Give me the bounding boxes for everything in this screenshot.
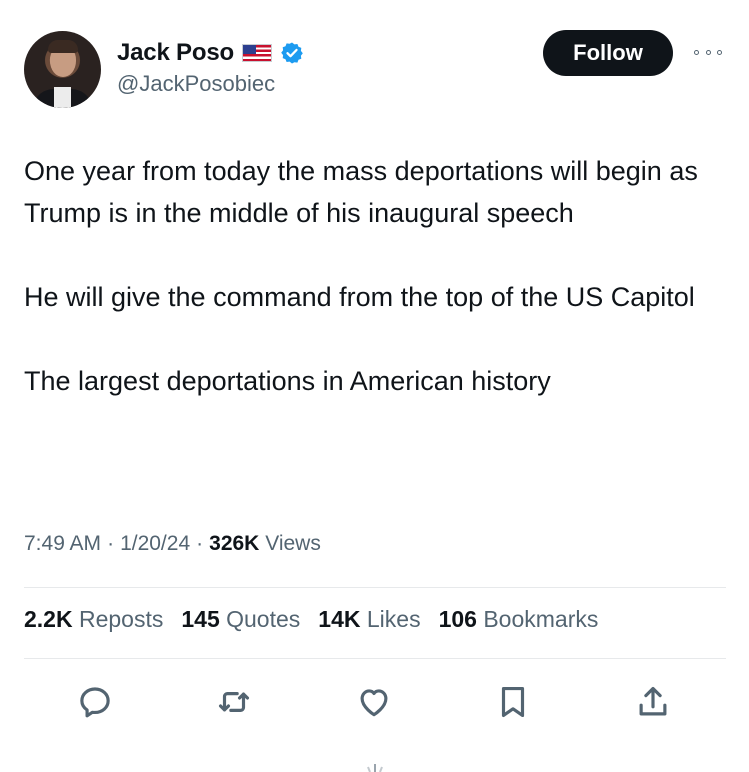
- divider: [24, 587, 726, 588]
- tweet-meta: 7:49 AM · 1/20/24 · 326K Views: [24, 532, 321, 556]
- tweet-date[interactable]: 1/20/24: [120, 532, 190, 556]
- meta-separator: ·: [196, 532, 204, 555]
- meta-separator: ·: [107, 532, 115, 555]
- likes-label: Likes: [366, 606, 421, 632]
- bookmarks-stat[interactable]: 106 Bookmarks: [439, 606, 599, 633]
- tweet-paragraph: One year from today the mass deportation…: [24, 156, 698, 228]
- avatar-shirt: [54, 87, 71, 108]
- reply-icon: [80, 687, 110, 718]
- like-icon: [360, 689, 388, 717]
- bookmark-button[interactable]: [491, 680, 535, 724]
- views-label: Views: [265, 532, 321, 555]
- like-button[interactable]: [352, 680, 396, 724]
- action-bar: [0, 680, 749, 724]
- author-handle[interactable]: @JackPosobiec: [117, 71, 275, 97]
- repost-button[interactable]: [212, 680, 256, 724]
- more-options-icon[interactable]: [694, 41, 722, 63]
- tweet-paragraph: The largest deportations in American his…: [24, 366, 551, 396]
- follow-button[interactable]: Follow: [543, 30, 673, 76]
- us-flag-icon: [241, 44, 272, 62]
- share-icon: [639, 686, 667, 716]
- repost-icon: [218, 692, 250, 712]
- verified-badge-icon[interactable]: [280, 41, 304, 65]
- tweet-paragraph: He will give the command from the top of…: [24, 282, 695, 312]
- author-display-name[interactable]: Jack Poso: [117, 39, 234, 67]
- engagement-stats: 2.2K Reposts 145 Quotes 14K Likes 106 Bo…: [24, 606, 598, 633]
- reposts-label: Reposts: [78, 606, 164, 632]
- likes-count: 14K: [318, 606, 361, 632]
- quotes-count: 145: [181, 606, 220, 632]
- tweet-time[interactable]: 7:49 AM: [24, 532, 101, 556]
- loading-spinner-icon: [367, 764, 383, 772]
- avatar[interactable]: [24, 31, 101, 108]
- views-count: 326K: [209, 532, 260, 555]
- bookmark-icon: [501, 686, 525, 718]
- share-button[interactable]: [631, 680, 675, 724]
- tweet-text: One year from today the mass deportation…: [24, 150, 714, 402]
- author-name-row: Jack Poso: [117, 37, 304, 69]
- bookmarks-label: Bookmarks: [483, 606, 599, 632]
- quotes-stat[interactable]: 145 Quotes: [181, 606, 300, 633]
- divider: [24, 658, 726, 659]
- quotes-label: Quotes: [226, 606, 301, 632]
- avatar-hair: [48, 40, 78, 53]
- reposts-count: 2.2K: [24, 606, 73, 632]
- likes-stat[interactable]: 14K Likes: [318, 606, 420, 633]
- views[interactable]: 326K Views: [209, 532, 321, 556]
- reply-button[interactable]: [73, 680, 117, 724]
- reposts-stat[interactable]: 2.2K Reposts: [24, 606, 163, 633]
- bookmarks-count: 106: [438, 606, 477, 632]
